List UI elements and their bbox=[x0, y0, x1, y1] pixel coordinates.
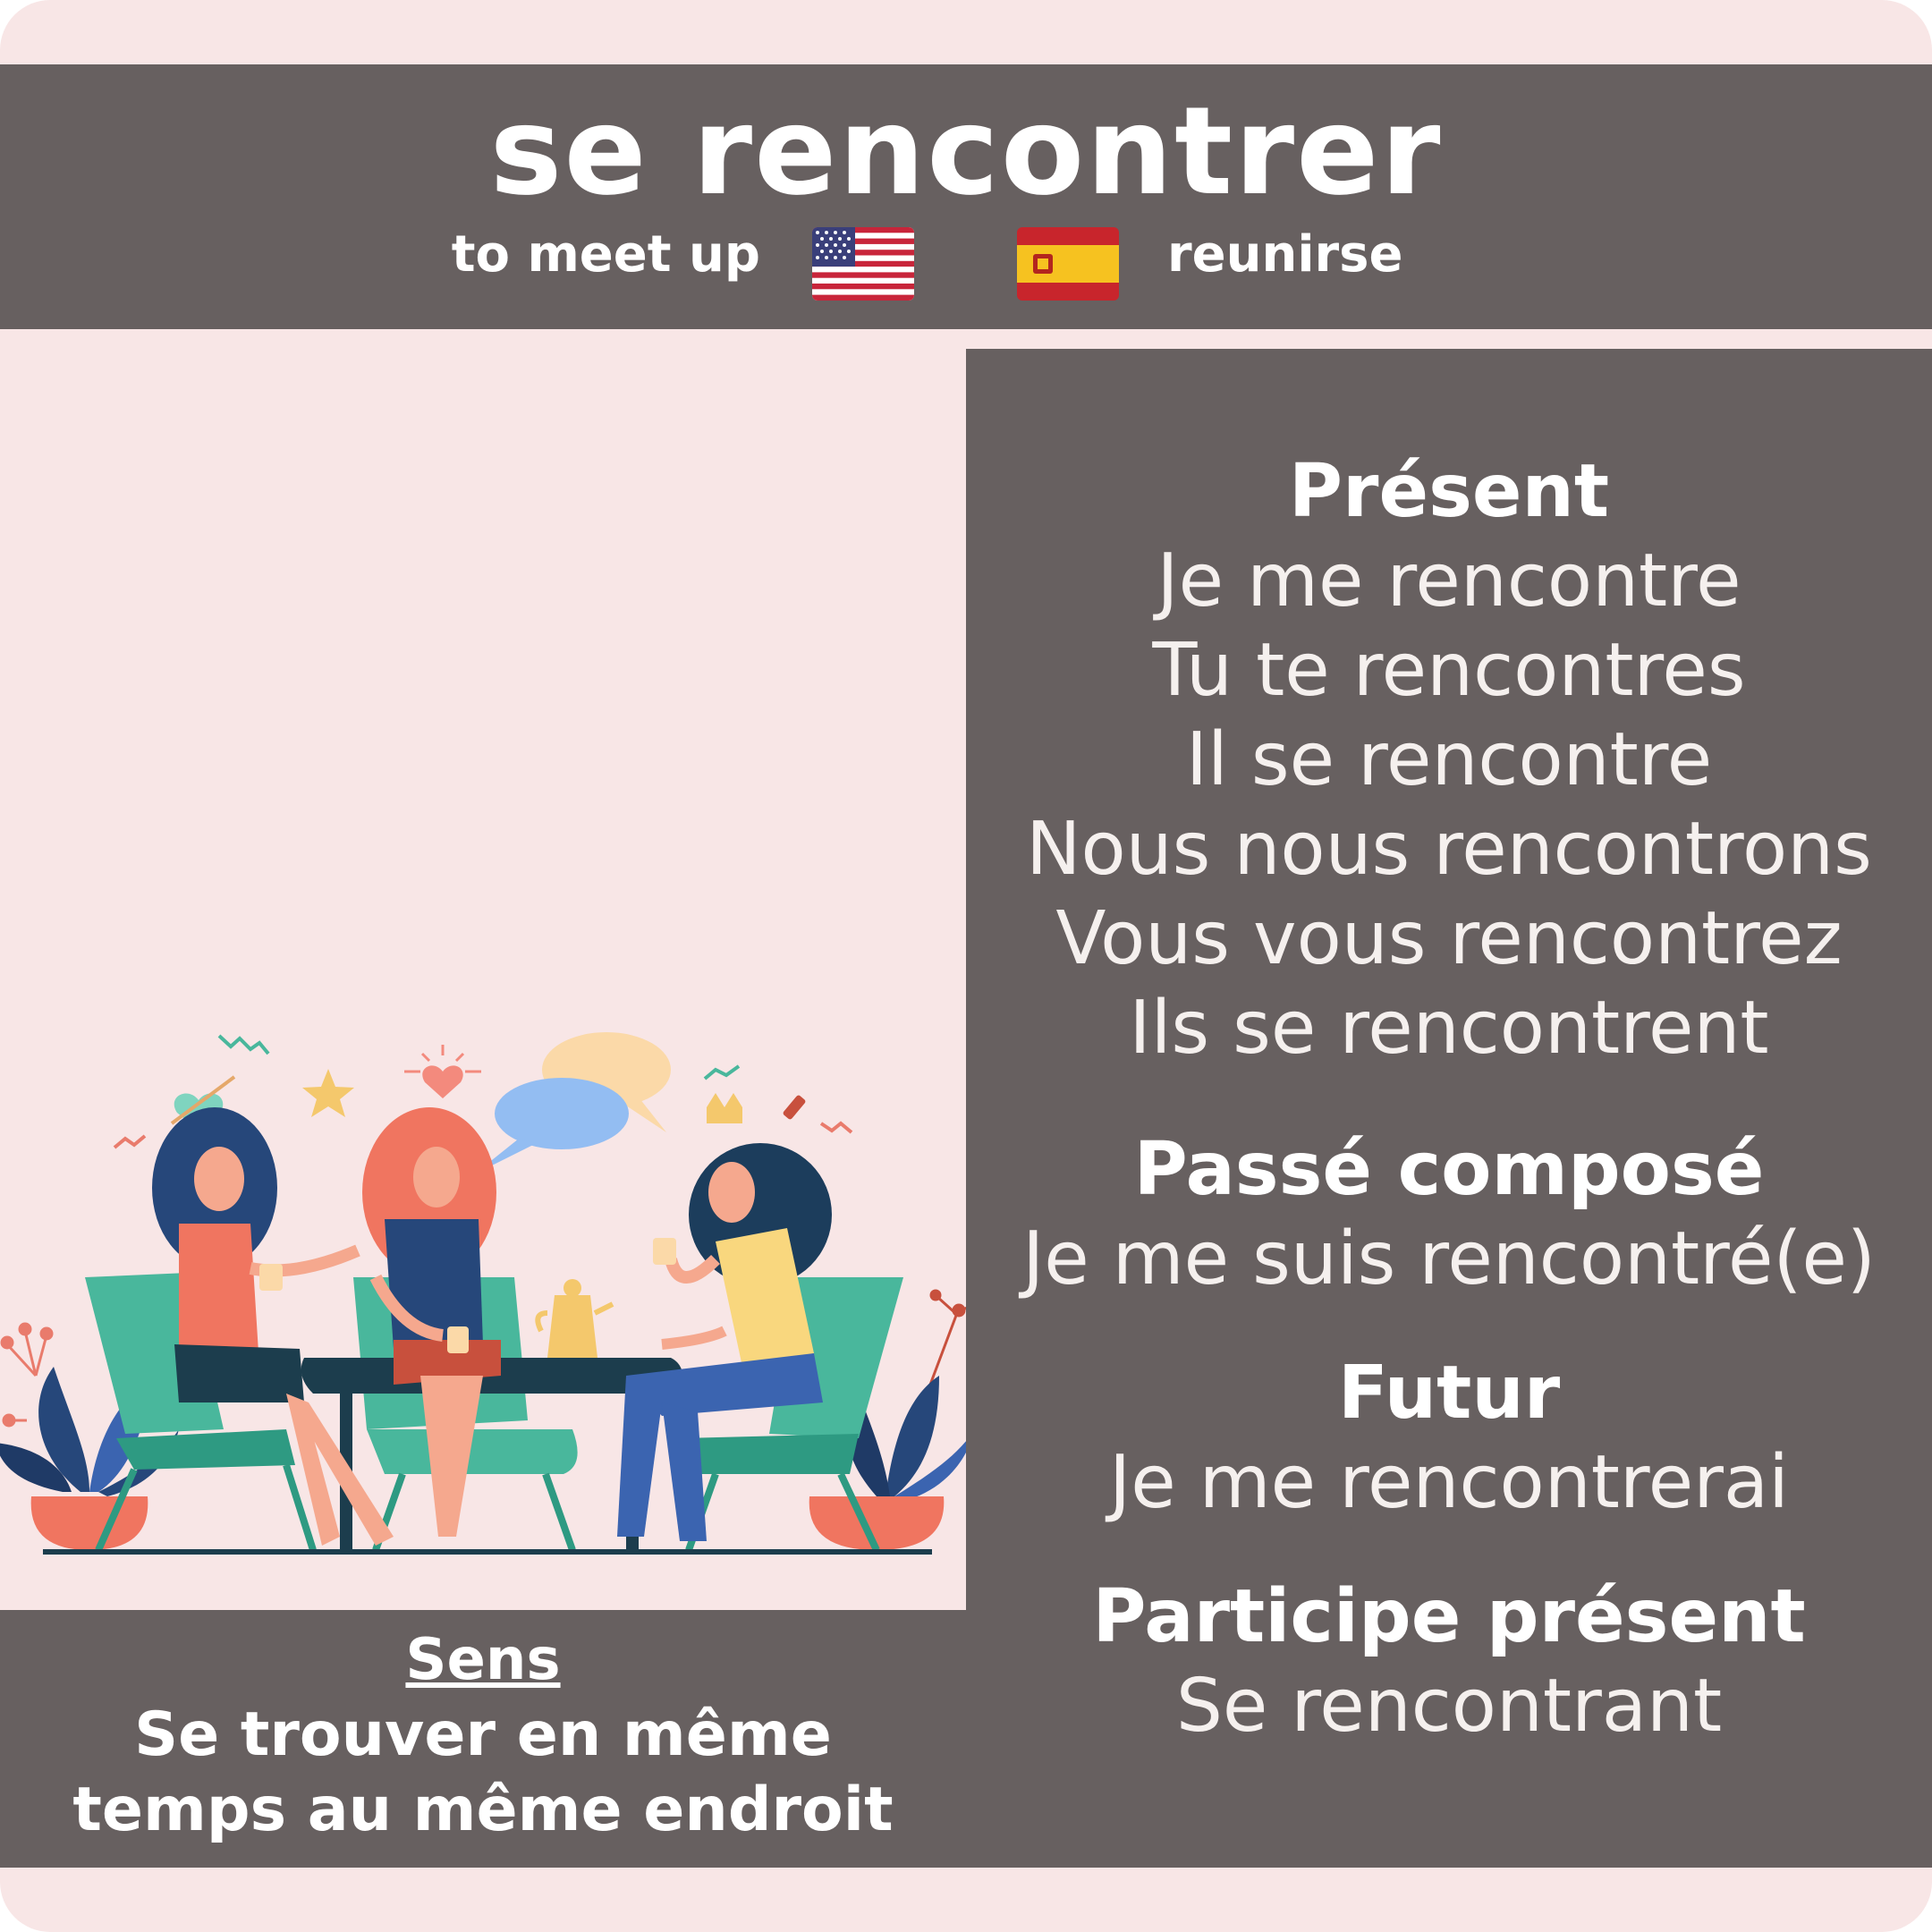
meaning-line: temps au même endroit bbox=[72, 1775, 894, 1845]
present-line: Je me rencontre bbox=[1157, 538, 1741, 623]
meaning-panel: Sens Se trouver en même temps au même en… bbox=[0, 1610, 966, 1868]
meaning-label: Sens bbox=[405, 1627, 561, 1693]
passe-compose-line: Je me suis rencontré(e) bbox=[1022, 1216, 1876, 1301]
futur-title: Futur bbox=[1337, 1351, 1561, 1436]
verb-title: se rencontrer bbox=[489, 81, 1443, 223]
meaning-line: Se trouver en même bbox=[134, 1699, 832, 1770]
participe-present-title: Participe présent bbox=[1092, 1574, 1806, 1659]
present-line: Tu te rencontres bbox=[1152, 628, 1746, 713]
passe-compose-block: Passé composé Je me suis rencontré(e) bbox=[966, 1125, 1932, 1304]
us-flag-icon bbox=[812, 227, 914, 301]
spanish-translation: reunirse bbox=[1167, 225, 1403, 284]
header-banner: se rencontrer to meet up reunirse bbox=[0, 64, 1932, 329]
meaning-text: Se trouver en même temps au même endroit bbox=[0, 1698, 966, 1848]
present-title: Présent bbox=[1288, 449, 1610, 534]
vocabulary-card: se rencontrer to meet up reunirse Présen… bbox=[0, 0, 1932, 1932]
futur-block: Futur Je me rencontrerai bbox=[966, 1349, 1932, 1528]
conjugation-panel: Présent Je me rencontre Tu te rencontres… bbox=[966, 349, 1932, 1868]
present-line: Il se rencontre bbox=[1185, 717, 1713, 802]
present-line: Vous vous rencontrez bbox=[1055, 896, 1843, 981]
participe-present-line: Se rencontrant bbox=[1175, 1664, 1723, 1749]
friends-meeting-at-table-illustration bbox=[0, 1032, 966, 1555]
english-translation: to meet up bbox=[451, 225, 760, 284]
futur-line: Je me rencontrerai bbox=[1109, 1440, 1789, 1525]
present-line: Ils se rencontrent bbox=[1129, 986, 1769, 1071]
illustration-area bbox=[0, 329, 966, 1610]
present-tense-block: Présent Je me rencontre Tu te rencontres… bbox=[966, 447, 1932, 1073]
passe-compose-title: Passé composé bbox=[1133, 1127, 1765, 1212]
present-line: Nous nous rencontrons bbox=[1026, 807, 1872, 892]
participe-present-block: Participe présent Se rencontrant bbox=[966, 1572, 1932, 1751]
spain-flag-icon bbox=[1017, 227, 1119, 301]
